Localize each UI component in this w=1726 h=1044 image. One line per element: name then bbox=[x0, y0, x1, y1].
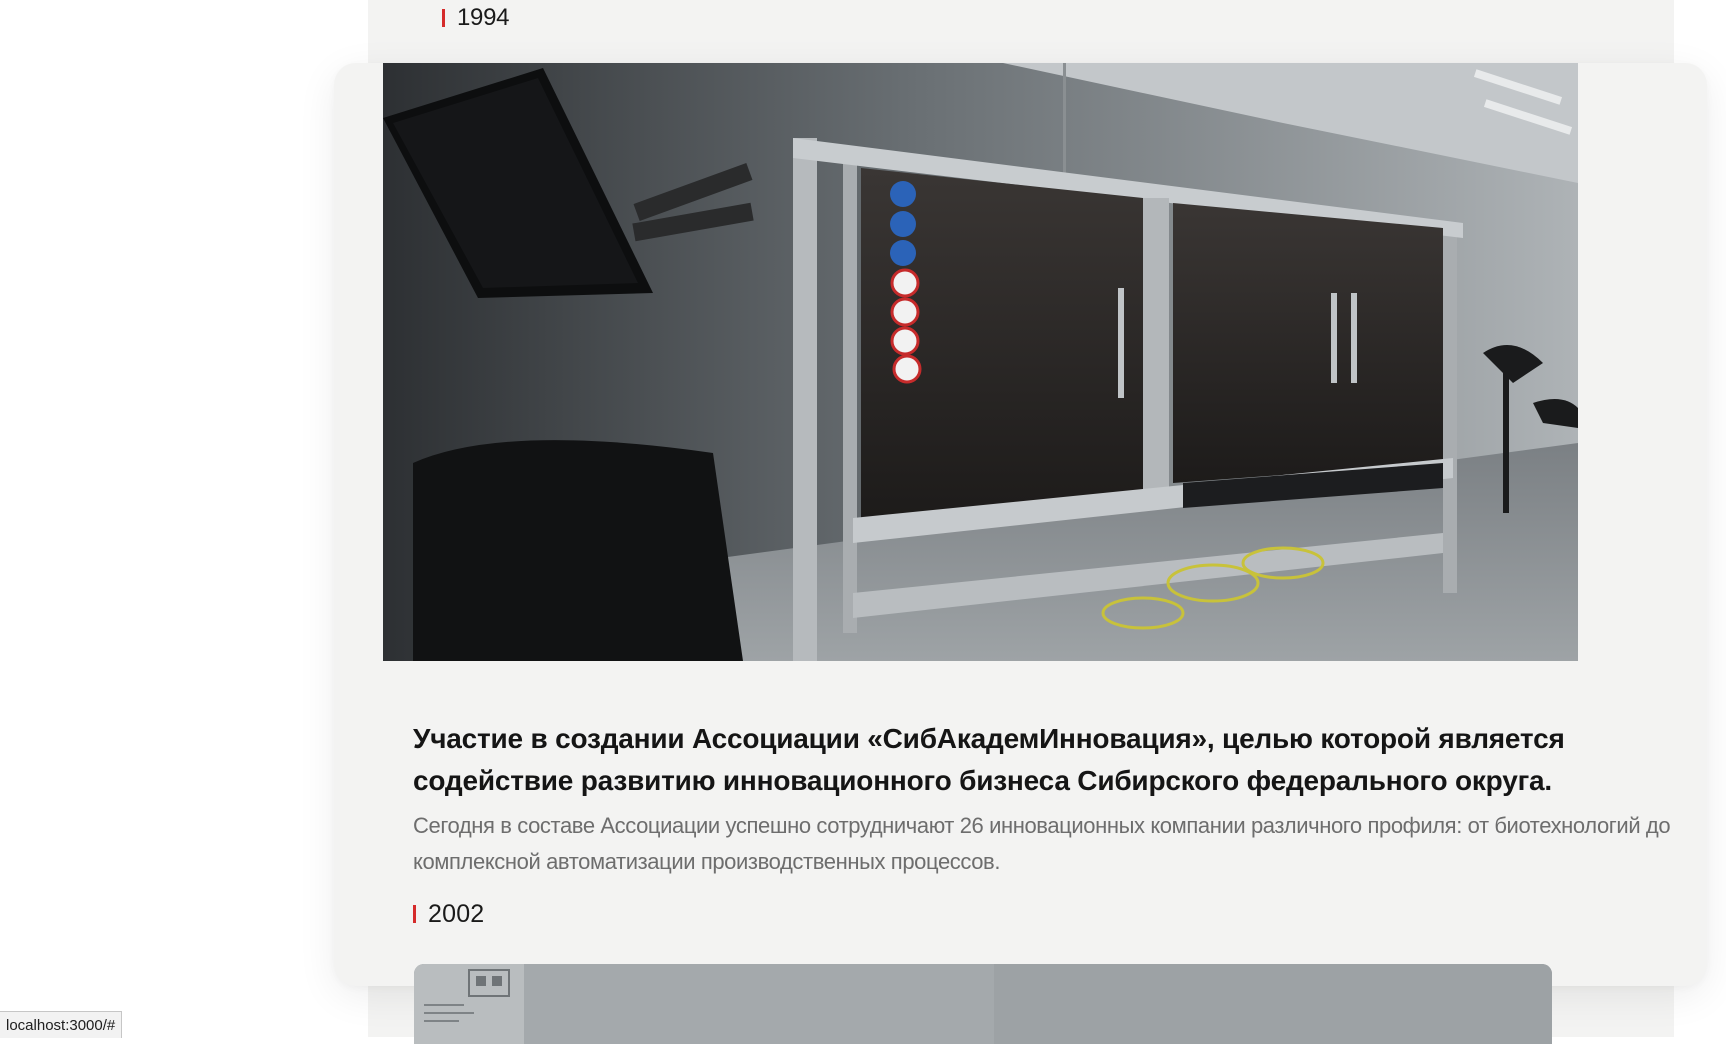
year-text: 2002 bbox=[428, 899, 485, 928]
status-bar-url: localhost:3000/# bbox=[0, 1011, 123, 1038]
event-headline: Участие в создании Ассоциации «СибАкадем… bbox=[413, 723, 1565, 796]
next-event-photo bbox=[414, 964, 1552, 1044]
event-photo bbox=[383, 63, 1578, 661]
year-marker bbox=[413, 905, 416, 923]
event-description: Сегодня в составе Ассоциации успешно сот… bbox=[413, 813, 1671, 874]
year-text: 1994 bbox=[457, 4, 510, 31]
cleanroom-photo-illustration bbox=[383, 63, 1578, 661]
year-label-2002: 2002 bbox=[413, 898, 484, 930]
document-photo-illustration bbox=[414, 964, 1552, 1044]
year-label-1994: 1994 bbox=[442, 2, 510, 34]
year-marker bbox=[442, 9, 445, 27]
